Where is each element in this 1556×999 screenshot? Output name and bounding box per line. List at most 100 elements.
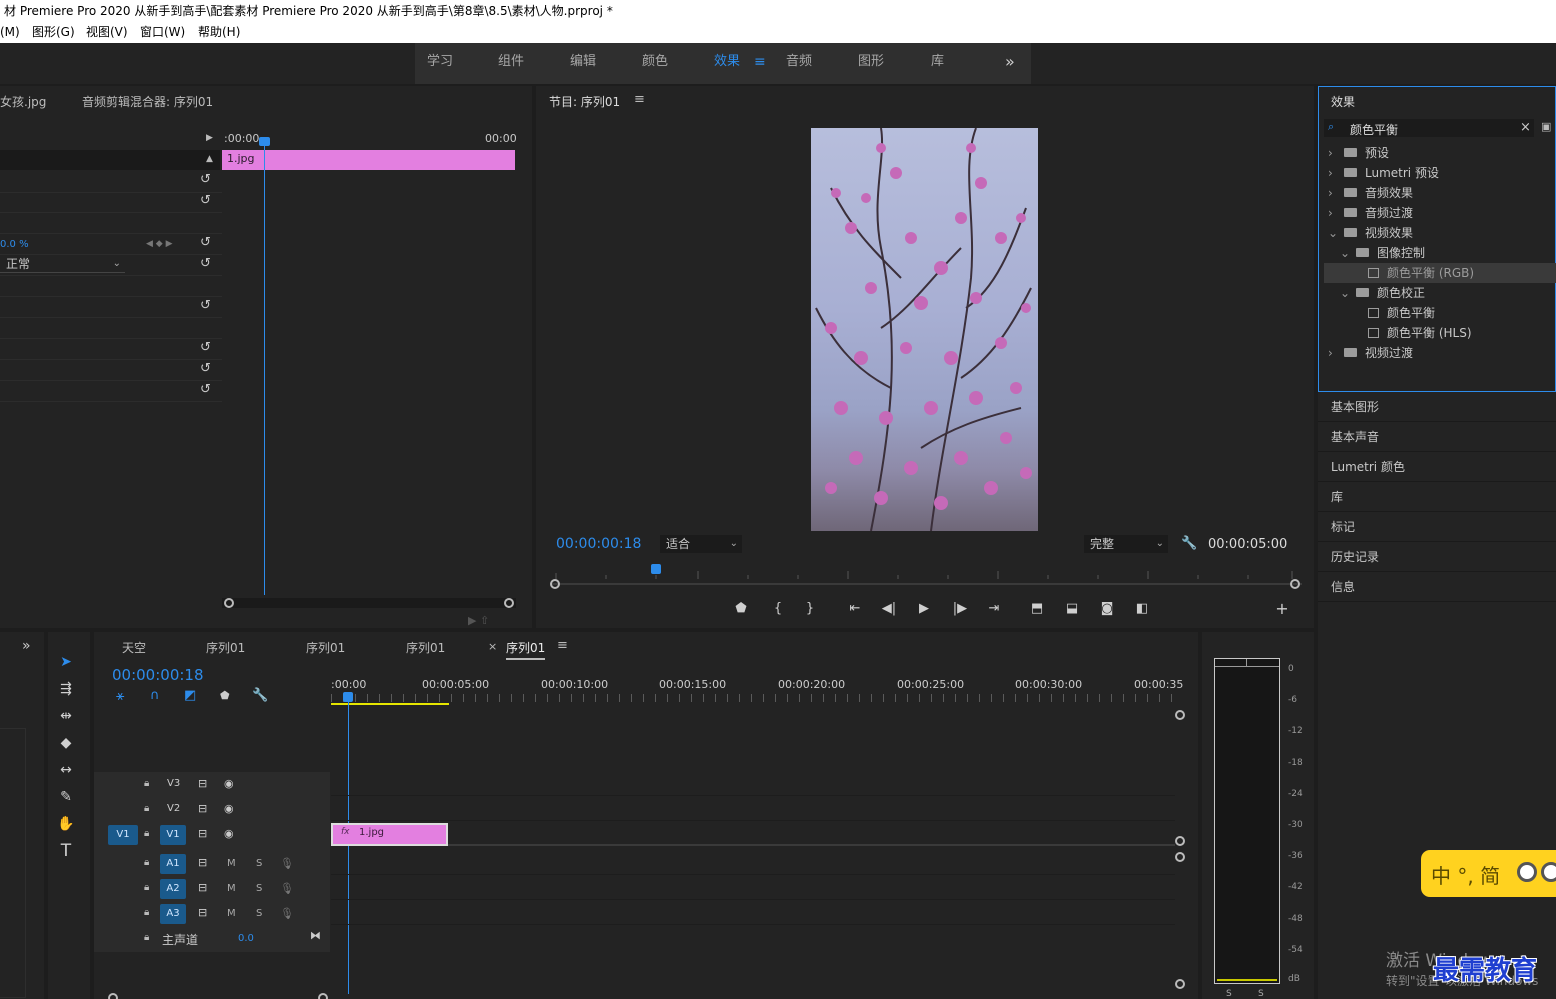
- workspace-tab-learn[interactable]: 学习: [427, 43, 453, 84]
- tree-item-color-balance-rgb[interactable]: 颜色平衡 (RGB): [1324, 263, 1556, 283]
- workspace-tab-audio[interactable]: 音频: [786, 43, 812, 84]
- mini-scroll-track[interactable]: [222, 598, 516, 608]
- source-patch-v1[interactable]: V1: [108, 825, 138, 845]
- panel-markers[interactable]: 标记: [1318, 512, 1556, 542]
- reset-icon[interactable]: ↺: [200, 173, 212, 186]
- reset-icon[interactable]: ↺: [200, 383, 212, 396]
- toggle-sync-icon[interactable]: ⊟: [198, 881, 207, 894]
- mini-clip-bar[interactable]: 1.jpg: [222, 150, 515, 170]
- wrench-icon[interactable]: 🔧: [1181, 536, 1197, 551]
- toggle-sync-icon[interactable]: ⊟: [198, 827, 207, 840]
- tree-item-audio-effects[interactable]: › 音频效果: [1324, 183, 1556, 203]
- track-v1[interactable]: [331, 822, 1175, 846]
- menu-item-help[interactable]: 帮助(H): [198, 22, 240, 43]
- microphone-icon[interactable]: 🎙︎: [280, 857, 294, 870]
- microphone-icon[interactable]: 🎙︎: [280, 882, 294, 895]
- add-button-icon[interactable]: +: [1274, 601, 1290, 617]
- effects-panel-title[interactable]: 效果: [1331, 93, 1355, 110]
- track-v2[interactable]: [331, 797, 1175, 821]
- razor-tool-icon[interactable]: ◆: [54, 731, 78, 755]
- tree-item-image-control[interactable]: ⌄ 图像控制: [1324, 243, 1556, 263]
- microphone-icon[interactable]: 🎙︎: [280, 907, 294, 920]
- fit-dropdown[interactable]: 适合 ⌄: [660, 535, 742, 553]
- mark-out-icon[interactable]: }: [802, 601, 818, 617]
- tree-item-color-correction[interactable]: ⌄ 颜色校正: [1324, 283, 1556, 303]
- tree-item-audio-transitions[interactable]: › 音频过渡: [1324, 203, 1556, 223]
- new-bin-icon[interactable]: ▣: [1541, 120, 1551, 133]
- type-tool-icon[interactable]: T: [54, 839, 78, 863]
- workspace-overflow-icon[interactable]: »: [1005, 43, 1015, 84]
- camera-icon[interactable]: ◙: [1099, 601, 1115, 617]
- zoom-handle-right[interactable]: [1290, 579, 1300, 589]
- panel-essential-graphics[interactable]: 基本图形: [1318, 392, 1556, 422]
- timeline-clip[interactable]: fx 1.jpg: [331, 823, 448, 846]
- step-back-icon[interactable]: ◀|: [881, 601, 897, 617]
- tree-item-lumetri-presets[interactable]: › Lumetri 预设: [1324, 163, 1556, 183]
- toggle-sync-icon[interactable]: ⊟: [198, 856, 207, 869]
- reset-icon[interactable]: ↺: [200, 362, 212, 375]
- lift-icon[interactable]: ⬒: [1029, 601, 1045, 617]
- track-select-tool-icon[interactable]: ⇶: [54, 677, 78, 701]
- linked-selection-icon[interactable]: ◩: [184, 688, 196, 703]
- menu-item-marker[interactable]: (M): [0, 22, 20, 43]
- reset-icon[interactable]: ↺: [200, 341, 212, 354]
- play-icon[interactable]: ▶: [916, 601, 932, 617]
- timeline-tab-seq[interactable]: 序列01: [306, 639, 345, 656]
- timeline-settings-icon[interactable]: 🔧: [252, 688, 268, 703]
- selection-tool-icon[interactable]: ➤: [54, 650, 78, 674]
- vscroll-handle-top[interactable]: [1175, 710, 1185, 720]
- program-playhead[interactable]: [651, 564, 661, 574]
- track-label-v2[interactable]: V2: [167, 803, 180, 814]
- lock-icon[interactable]: 🔒︎: [144, 907, 149, 918]
- timeline-tab-sky[interactable]: 天空: [122, 639, 146, 656]
- track-label-v1[interactable]: V1: [160, 825, 186, 845]
- mute-button[interactable]: M: [227, 908, 236, 919]
- workspace-tab-effects[interactable]: 效果: [714, 43, 740, 84]
- pen-tool-icon[interactable]: ✎: [54, 785, 78, 809]
- snap-icon[interactable]: ∩: [150, 688, 160, 703]
- workspace-tab-graphics[interactable]: 图形: [858, 43, 884, 84]
- mute-button[interactable]: M: [227, 883, 236, 894]
- program-monitor-title[interactable]: 节目: 序列01: [549, 93, 620, 110]
- go-to-out-icon[interactable]: ⇥: [986, 601, 1002, 617]
- add-marker-icon[interactable]: ⬟: [220, 689, 230, 702]
- reset-icon[interactable]: ↺: [200, 194, 212, 207]
- vscroll-handle[interactable]: [1175, 836, 1185, 846]
- reset-icon[interactable]: ↺: [200, 299, 212, 312]
- tab-source-clip[interactable]: 女孩.jpg: [0, 93, 46, 110]
- go-to-in-icon[interactable]: ⇤: [847, 601, 863, 617]
- panel-menu-icon[interactable]: ≡: [634, 92, 645, 107]
- zoom-handle-left[interactable]: [550, 579, 560, 589]
- close-tab-icon[interactable]: ×: [488, 640, 497, 653]
- mini-playhead[interactable]: [264, 139, 265, 595]
- timeline-timecode[interactable]: 00:00:00:18: [112, 666, 204, 684]
- panel-info[interactable]: 信息: [1318, 572, 1556, 602]
- reset-icon[interactable]: ↺: [200, 257, 212, 270]
- lock-icon[interactable]: 🔒︎: [144, 778, 149, 789]
- toggle-sync-icon[interactable]: ⊟: [198, 777, 207, 790]
- mini-playhead-handle[interactable]: [259, 137, 270, 146]
- effects-search-input[interactable]: ⌕ 颜色平衡 ×: [1324, 119, 1534, 137]
- timeline-tab-seq[interactable]: 序列01: [206, 639, 245, 656]
- overflow-icon[interactable]: »: [22, 638, 31, 654]
- track-v3[interactable]: [331, 772, 1175, 796]
- master-volume-value[interactable]: 0.0: [238, 933, 254, 944]
- track-a2[interactable]: [331, 876, 1175, 900]
- opacity-value[interactable]: 0.0 %: [0, 239, 29, 250]
- timeline-ruler[interactable]: :00:00 00:00:05:00 00:00:10:00 00:00:15:…: [331, 670, 1183, 705]
- solo-button[interactable]: S: [256, 858, 262, 869]
- panel-essential-sound[interactable]: 基本声音: [1318, 422, 1556, 452]
- menu-item-window[interactable]: 窗口(W): [140, 22, 185, 43]
- tree-item-color-balance-hls[interactable]: 颜色平衡 (HLS): [1324, 323, 1556, 343]
- vscroll-handle[interactable]: [1175, 852, 1185, 862]
- reset-icon[interactable]: ↺: [200, 236, 212, 249]
- panel-menu-icon[interactable]: ≡: [557, 638, 568, 653]
- lock-icon[interactable]: 🔒︎: [144, 857, 149, 868]
- video-frame[interactable]: [811, 128, 1038, 531]
- add-marker-icon[interactable]: ⬟: [733, 601, 749, 617]
- lock-icon[interactable]: 🔒︎: [144, 882, 149, 893]
- slip-tool-icon[interactable]: ↔: [54, 758, 78, 782]
- ripple-edit-tool-icon[interactable]: ⇹: [54, 704, 78, 728]
- workspace-tab-libraries[interactable]: 库: [931, 43, 944, 84]
- track-master[interactable]: [331, 926, 1175, 950]
